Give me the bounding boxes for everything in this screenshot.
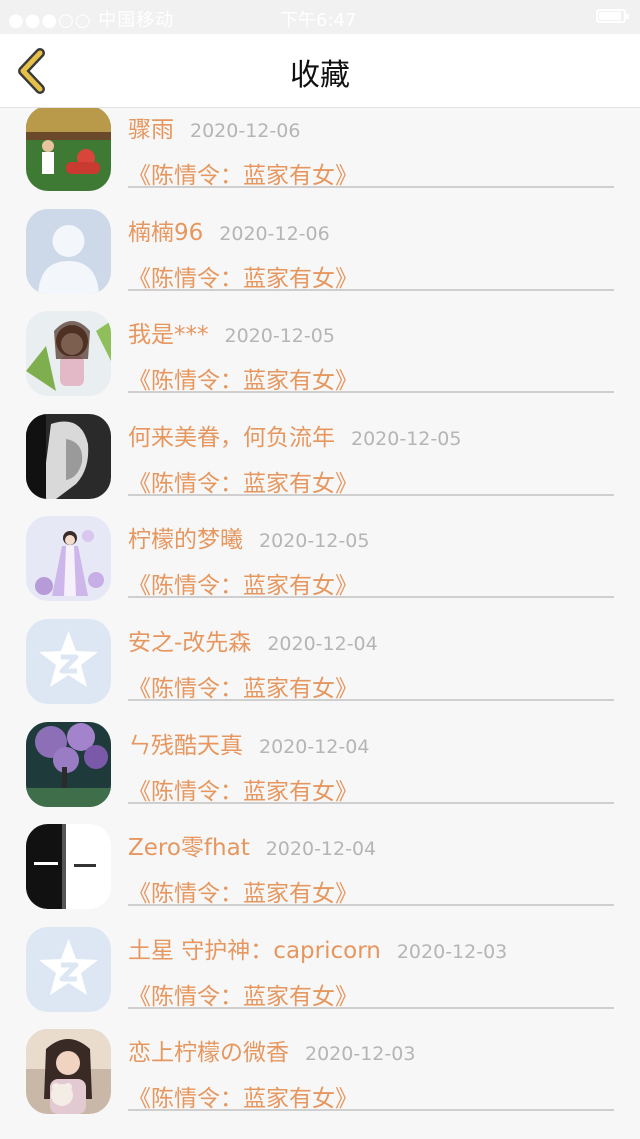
work-title-link[interactable]: 《陈情令：蓝家有女》: [128, 669, 358, 703]
favorite-date: 2020-12-04: [265, 838, 377, 861]
favorite-date: 2020-12-05: [351, 427, 462, 450]
name-line: 楠楠96 2020-12-06: [128, 213, 330, 247]
favorite-date: 2020-12-06: [190, 120, 301, 142]
divider: [128, 493, 614, 496]
user-name[interactable]: 恋上柠檬の微香: [128, 1040, 289, 1066]
avatar[interactable]: [26, 1029, 111, 1115]
name-line: Zero零fhat 2020-12-04: [128, 828, 376, 862]
favorite-item[interactable]: 柠檬的梦曦 2020-12-05 《陈情令：蓝家有女》: [0, 516, 640, 619]
name-line: ㄣ残酷天真 2020-12-04: [128, 726, 369, 760]
avatar[interactable]: [26, 311, 111, 397]
carrier-label: ●●●○○ 中国移动: [8, 10, 175, 31]
favorite-item[interactable]: 我是*** 2020-12-05 《陈情令：蓝家有女》: [0, 311, 640, 414]
divider: [128, 391, 614, 394]
favorites-list[interactable]: 骤雨 2020-12-06 《陈情令：蓝家有女》 楠楠96 2020-12-06 《陈情令…: [0, 108, 640, 1139]
work-title-link[interactable]: 《陈情令：蓝家有女》: [128, 874, 358, 908]
page-title: 收藏: [290, 58, 350, 93]
name-line: 恋上柠檬の微香 2020-12-03: [128, 1033, 415, 1067]
user-name[interactable]: 楠楠96: [128, 220, 203, 246]
name-line: 安之-改先森 2020-12-04: [128, 623, 378, 657]
divider: [128, 904, 614, 907]
favorite-item[interactable]: 骤雨 2020-12-06 《陈情令：蓝家有女》: [0, 108, 640, 209]
favorite-item[interactable]: Zero零fhat 2020-12-04 《陈情令：蓝家有女》: [0, 824, 640, 927]
name-line: 柠檬的梦曦 2020-12-05: [128, 520, 369, 554]
divider: [128, 801, 614, 804]
name-line: 骤雨 2020-12-06: [128, 110, 300, 144]
work-title-link[interactable]: 《陈情令：蓝家有女》: [128, 566, 358, 600]
name-line: 我是*** 2020-12-05: [128, 315, 335, 349]
user-name[interactable]: 土星 守护神：capricorn: [128, 938, 381, 964]
work-title-link[interactable]: 《陈情令：蓝家有女》: [128, 977, 358, 1011]
favorite-date: 2020-12-05: [224, 325, 335, 348]
divider: [128, 1006, 614, 1009]
work-title-link[interactable]: 《陈情令：蓝家有女》: [128, 464, 358, 498]
favorite-date: 2020-12-06: [219, 222, 330, 245]
divider: [128, 186, 614, 188]
battery-icon: [596, 9, 629, 23]
favorite-date: 2020-12-03: [305, 1043, 416, 1066]
favorite-item[interactable]: 恋上柠檬の微香 2020-12-03 《陈情令：蓝家有女》: [0, 1029, 640, 1132]
name-line: 土星 守护神：capricorn 2020-12-03: [128, 931, 507, 965]
avatar[interactable]: [26, 413, 111, 499]
avatar[interactable]: [26, 208, 111, 294]
avatar[interactable]: [26, 926, 111, 1012]
avatar[interactable]: [26, 618, 111, 704]
avatar[interactable]: [26, 721, 111, 807]
avatar[interactable]: [26, 108, 111, 191]
divider: [128, 698, 614, 701]
name-line: 何来美眷，何负流年 2020-12-05: [128, 418, 461, 452]
user-name[interactable]: 安之-改先森: [128, 630, 251, 656]
divider: [128, 288, 614, 291]
user-name[interactable]: 何来美眷，何负流年: [128, 425, 335, 451]
status-time: 下午6:47: [280, 10, 357, 31]
divider: [128, 1109, 614, 1112]
status-bar: ●●●○○ 中国移动 下午6:47: [0, 0, 640, 34]
user-name[interactable]: ㄣ残酷天真: [128, 733, 243, 759]
favorite-item[interactable]: ㄣ残酷天真 2020-12-04 《陈情令：蓝家有女》: [0, 721, 640, 825]
user-name[interactable]: 骤雨: [128, 117, 174, 143]
avatar[interactable]: [26, 824, 111, 910]
work-title-link[interactable]: 《陈情令：蓝家有女》: [128, 259, 358, 293]
nav-bar: 收藏: [0, 34, 640, 108]
favorite-date: 2020-12-04: [259, 735, 370, 758]
user-name[interactable]: Zero零fhat: [128, 835, 250, 861]
user-name[interactable]: 柠檬的梦曦: [128, 527, 243, 553]
work-title-link[interactable]: 《陈情令：蓝家有女》: [128, 772, 358, 806]
favorite-date: 2020-12-04: [267, 632, 378, 655]
favorite-item[interactable]: 土星 守护神：capricorn 2020-12-03 《陈情令：蓝家有女》: [0, 926, 640, 1030]
favorite-date: 2020-12-05: [259, 530, 370, 553]
work-title-link[interactable]: 《陈情令：蓝家有女》: [128, 156, 358, 190]
avatar[interactable]: [26, 516, 111, 602]
favorite-date: 2020-12-03: [396, 940, 508, 963]
divider: [128, 596, 614, 599]
favorite-item[interactable]: 何来美眷，何负流年 2020-12-05 《陈情令：蓝家有女》: [0, 413, 640, 517]
work-title-link[interactable]: 《陈情令：蓝家有女》: [128, 361, 358, 395]
favorite-item[interactable]: 安之-改先森 2020-12-04 《陈情令：蓝家有女》: [0, 618, 640, 722]
user-name[interactable]: 我是***: [128, 322, 209, 348]
work-title-link[interactable]: 《陈情令：蓝家有女》: [128, 1079, 358, 1113]
favorite-item[interactable]: 楠楠96 2020-12-06 《陈情令：蓝家有女》: [0, 208, 640, 312]
